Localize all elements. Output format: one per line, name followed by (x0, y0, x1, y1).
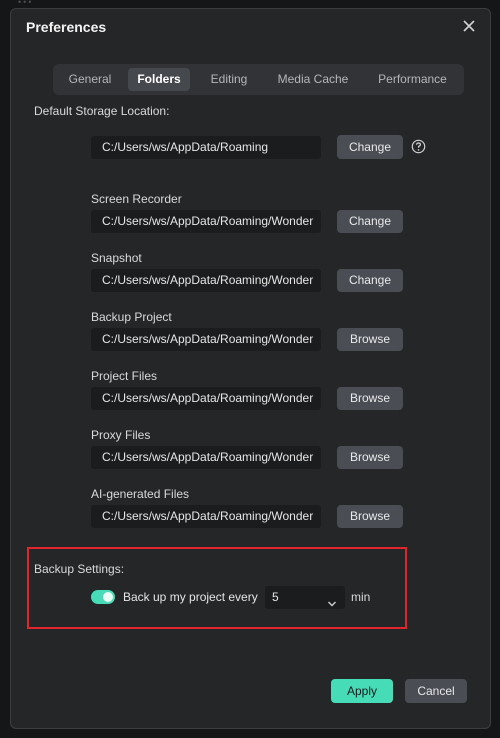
screen-recorder-path-field[interactable]: C:/Users/ws/AppData/Roaming/Wonder (91, 210, 321, 233)
cancel-button[interactable]: Cancel (405, 679, 467, 703)
preferences-dialog: Preferences General Folders Editing Medi… (10, 8, 491, 729)
backup-project-label: Backup Project (91, 310, 172, 324)
background-dots: ••• (18, 0, 34, 7)
screen-recorder-change-button[interactable]: Change (337, 210, 403, 233)
toggle-knob (103, 592, 113, 602)
project-files-browse-button[interactable]: Browse (337, 387, 403, 410)
proxy-files-path-field[interactable]: C:/Users/ws/AppData/Roaming/Wonder (91, 446, 321, 469)
project-files-path-field[interactable]: C:/Users/ws/AppData/Roaming/Wonder (91, 387, 321, 410)
default-storage-path-field[interactable]: C:/Users/ws/AppData/Roaming (91, 136, 321, 159)
screen-recorder-label: Screen Recorder (91, 192, 182, 206)
backup-project-path-field[interactable]: C:/Users/ws/AppData/Roaming/Wonder (91, 328, 321, 351)
default-storage-label: Default Storage Location: (34, 104, 170, 118)
backup-interval-value: 5 (272, 590, 279, 604)
backup-project-browse-button[interactable]: Browse (337, 328, 403, 351)
chevron-down-icon (327, 593, 337, 616)
question-circle-icon[interactable] (411, 139, 426, 154)
dialog-title: Preferences (26, 19, 107, 35)
backup-interval-select[interactable]: 5 (265, 586, 345, 609)
backup-interval-unit: min (351, 590, 371, 604)
project-files-label: Project Files (91, 369, 158, 383)
backup-settings-highlight (27, 547, 407, 629)
tab-editing[interactable]: Editing (197, 68, 261, 91)
tab-folders[interactable]: Folders (128, 68, 190, 91)
proxy-files-label: Proxy Files (91, 428, 151, 442)
backup-toggle[interactable] (91, 590, 115, 604)
snapshot-label: Snapshot (91, 251, 142, 265)
backup-interval-text: Back up my project every (123, 590, 258, 604)
tab-general[interactable]: General (59, 68, 121, 91)
tab-media-cache[interactable]: Media Cache (269, 68, 357, 91)
default-storage-change-button[interactable]: Change (337, 135, 403, 159)
snapshot-path-field[interactable]: C:/Users/ws/AppData/Roaming/Wonder (91, 269, 321, 292)
ai-generated-files-browse-button[interactable]: Browse (337, 505, 403, 528)
backup-settings-label: Backup Settings: (34, 562, 125, 576)
ai-generated-files-path-field[interactable]: C:/Users/ws/AppData/Roaming/Wonder (91, 505, 321, 528)
apply-button[interactable]: Apply (331, 679, 393, 703)
close-icon[interactable] (460, 17, 478, 35)
tab-performance[interactable]: Performance (365, 68, 460, 91)
snapshot-change-button[interactable]: Change (337, 269, 403, 292)
tab-bar: General Folders Editing Media Cache Perf… (53, 64, 464, 95)
proxy-files-browse-button[interactable]: Browse (337, 446, 403, 469)
ai-generated-files-label: AI-generated Files (91, 487, 190, 501)
